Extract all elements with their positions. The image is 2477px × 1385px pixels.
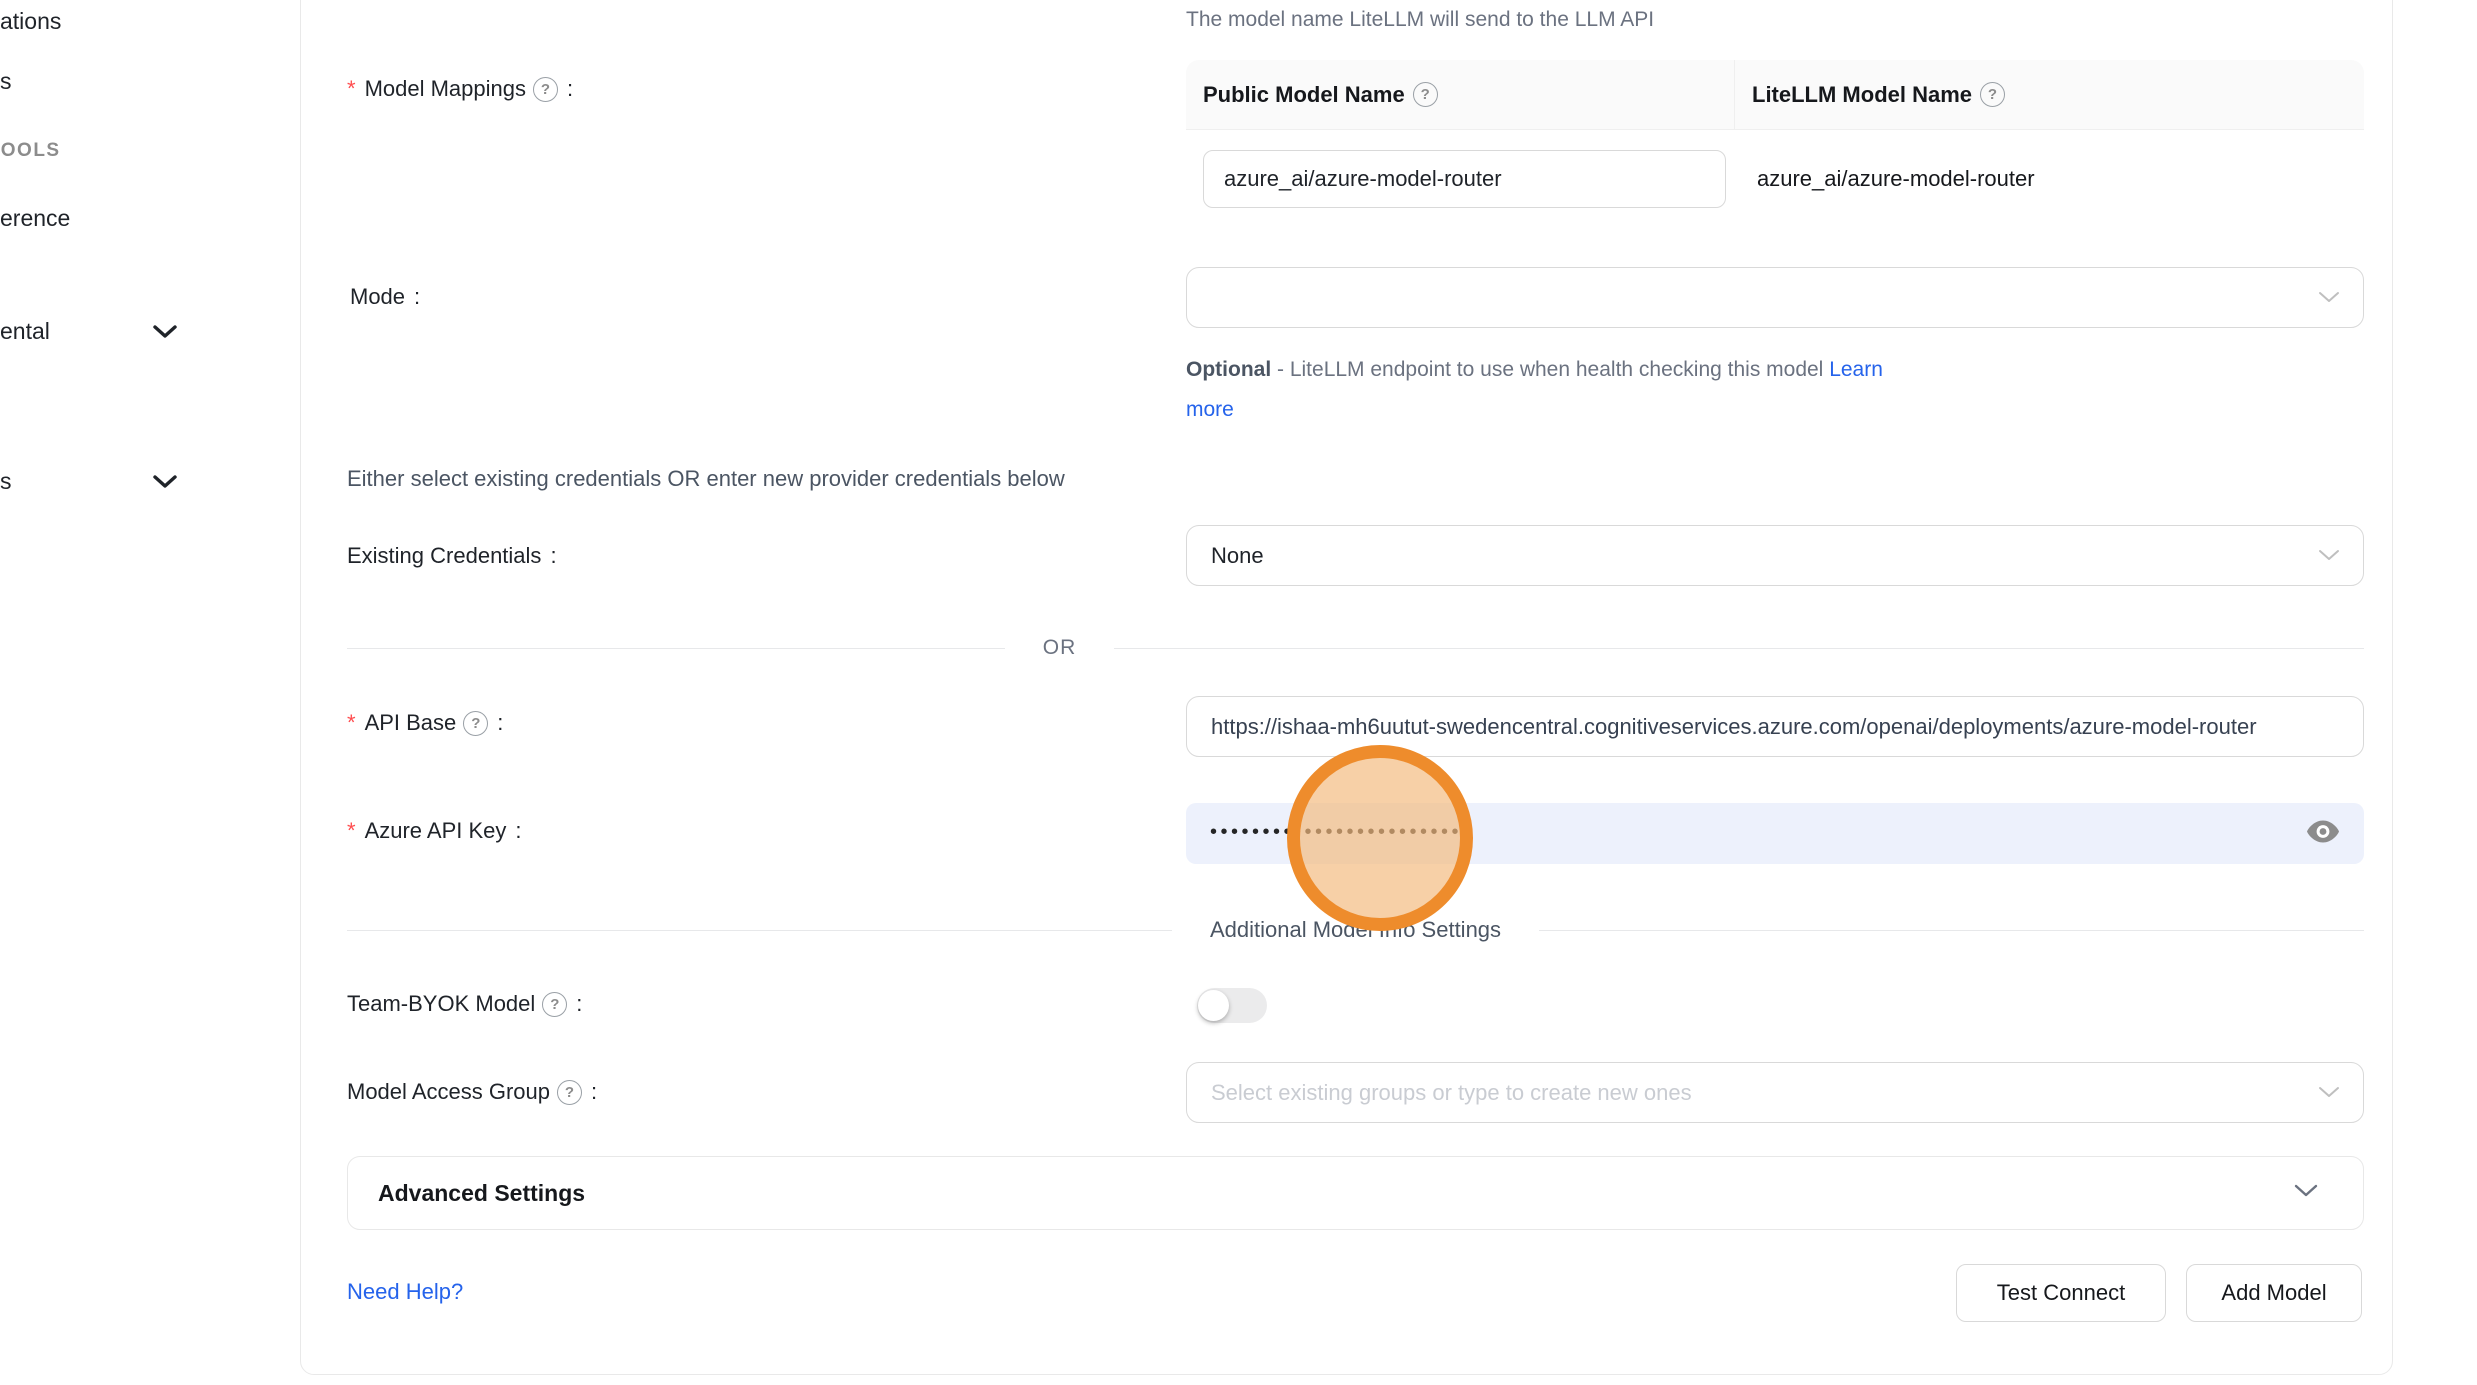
or-divider-text: OR <box>1005 636 1115 660</box>
model-name-hint: The model name LiteLLM will send to the … <box>1186 8 1654 32</box>
required-marker: * <box>347 818 356 844</box>
model-access-group-placeholder: Select existing groups or type to create… <box>1211 1080 1692 1106</box>
additional-settings-divider: Additional Model Info Settings <box>347 917 2364 943</box>
mode-helper-text: Optional - LiteLLM endpoint to use when … <box>1186 350 1996 430</box>
model-access-group-select[interactable]: Select existing groups or type to create… <box>1186 1062 2364 1123</box>
learn-more-link[interactable]: more <box>1186 398 1234 421</box>
advanced-settings-title: Advanced Settings <box>378 1180 585 1207</box>
api-base-label: * API Base ? : <box>347 710 503 736</box>
help-icon[interactable]: ? <box>557 1080 582 1105</box>
help-icon[interactable]: ? <box>1980 82 2005 107</box>
api-base-input[interactable] <box>1186 696 2364 757</box>
model-mappings-table-header: Public Model Name ? LiteLLM Model Name ? <box>1186 60 2364 130</box>
model-access-group-label: Model Access Group ? : <box>347 1079 597 1105</box>
divider-line <box>1114 648 2364 649</box>
sidebar-item-1[interactable]: s <box>0 68 12 95</box>
sidebar-item-settings[interactable]: s <box>0 468 12 495</box>
divider-line <box>1539 930 2364 931</box>
public-model-name-header: Public Model Name ? <box>1186 60 1735 129</box>
public-model-name-input[interactable] <box>1203 150 1726 208</box>
help-icon[interactable]: ? <box>463 711 488 736</box>
chevron-down-icon[interactable] <box>152 474 178 495</box>
test-connect-button[interactable]: Test Connect <box>1956 1264 2166 1322</box>
sidebar-item-integrations[interactable]: ations <box>0 8 61 35</box>
divider-line <box>347 648 1005 649</box>
additional-settings-divider-text: Additional Model Info Settings <box>1172 917 1539 943</box>
learn-more-link[interactable]: Learn <box>1829 358 1883 381</box>
existing-credentials-value: None <box>1211 543 1264 569</box>
chevron-down-icon <box>2317 1080 2341 1106</box>
divider-line <box>347 930 1172 931</box>
existing-credentials-select[interactable]: None <box>1186 525 2364 586</box>
azure-api-key-input[interactable]: ••••••••••••••••••••••••• <box>1186 803 2364 864</box>
sidebar-section-tools: TOOLS <box>0 140 61 162</box>
credentials-note: Either select existing credentials OR en… <box>347 466 1065 492</box>
chevron-down-icon <box>2317 543 2341 569</box>
sidebar-item-experimental[interactable]: ental <box>0 318 50 345</box>
help-icon[interactable]: ? <box>533 77 558 102</box>
mode-label: Mode: <box>350 284 420 310</box>
add-model-page: ations s TOOLS erence ental s The model … <box>0 0 2477 1385</box>
add-model-button[interactable]: Add Model <box>2186 1264 2362 1322</box>
chevron-down-icon <box>2317 285 2341 311</box>
mode-select[interactable] <box>1186 267 2364 328</box>
existing-credentials-label: Existing Credentials: <box>347 543 557 569</box>
litellm-model-name-header: LiteLLM Model Name ? <box>1735 60 2364 129</box>
litellm-model-name-value: azure_ai/azure-model-router <box>1757 166 2035 192</box>
need-help-link[interactable]: Need Help? <box>347 1279 463 1305</box>
team-byok-toggle[interactable] <box>1197 988 1267 1023</box>
help-icon[interactable]: ? <box>1413 82 1438 107</box>
required-marker: * <box>347 76 356 102</box>
team-byok-label: Team-BYOK Model ? : <box>347 991 582 1017</box>
masked-password-value: ••••••••••••••••••••••••• <box>1210 822 1473 842</box>
help-icon[interactable]: ? <box>542 992 567 1017</box>
chevron-down-icon[interactable] <box>152 324 178 345</box>
azure-api-key-label: * Azure API Key : <box>347 818 522 844</box>
required-marker: * <box>347 710 356 736</box>
or-divider: OR <box>347 636 2364 660</box>
advanced-settings-panel[interactable]: Advanced Settings <box>347 1156 2364 1230</box>
chevron-down-icon <box>2293 1183 2319 1204</box>
toggle-knob <box>1198 990 1229 1021</box>
eye-icon[interactable] <box>2306 818 2340 849</box>
sidebar-item-reference[interactable]: erence <box>0 205 70 232</box>
model-mappings-label: * Model Mappings ? : <box>347 76 573 102</box>
